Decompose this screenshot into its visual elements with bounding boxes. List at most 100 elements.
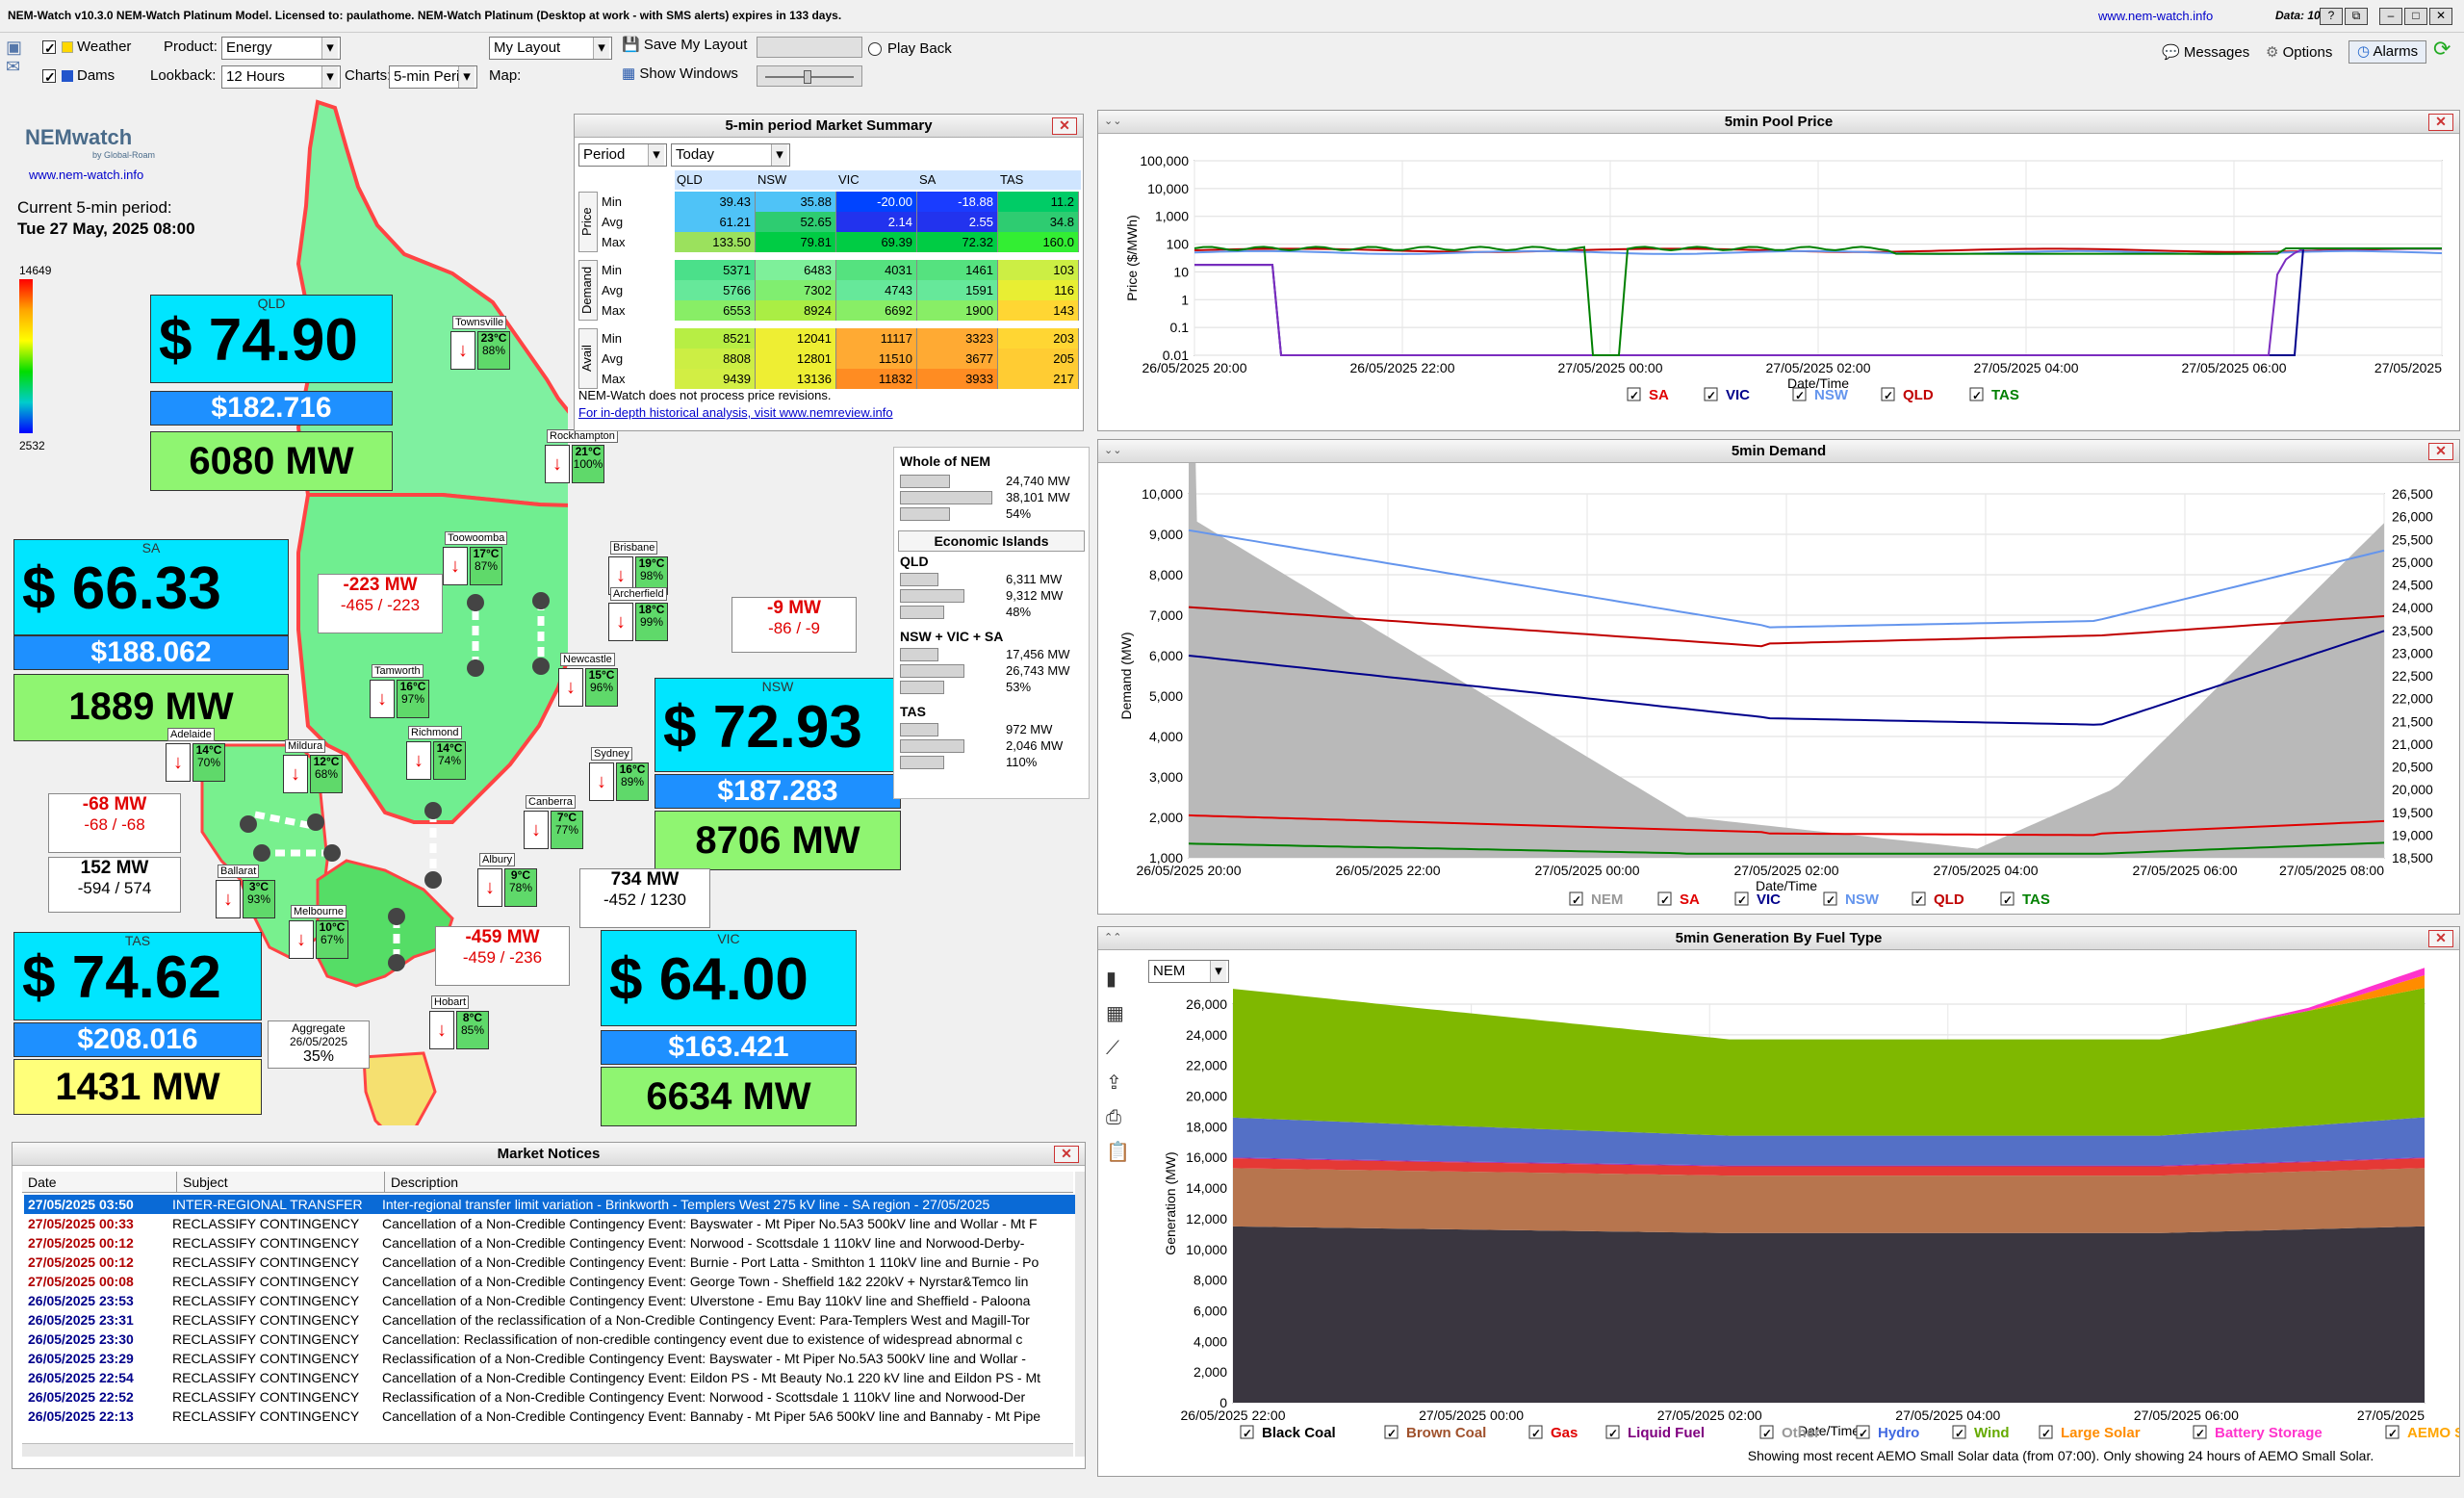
save-layout-button[interactable]: 💾 Save My Layout bbox=[622, 35, 747, 56]
notice-date: 27/05/2025 00:33 bbox=[28, 1216, 134, 1231]
weather-reading[interactable]: 3°C 93% bbox=[243, 880, 275, 918]
weather-reading[interactable]: 15°C 96% bbox=[585, 668, 618, 707]
notice-subject: RECLASSIFY CONTINGENCY bbox=[172, 1312, 360, 1328]
summary-range-select[interactable]: Today bbox=[671, 143, 790, 167]
weather-reading[interactable]: 17°C 87% bbox=[470, 547, 502, 585]
dams-toggle[interactable]: Dams bbox=[42, 65, 115, 88]
x-tick-label: 27/05/2025 08:00 bbox=[2279, 863, 2384, 878]
map-site-link[interactable]: www.nem-watch.info bbox=[29, 168, 143, 182]
weather-reading[interactable]: 9°C 78% bbox=[504, 868, 537, 907]
close-icon[interactable]: ✕ bbox=[2428, 443, 2453, 460]
weather-reading[interactable]: 14°C 74% bbox=[433, 741, 466, 780]
weather-reading[interactable]: 16°C 89% bbox=[616, 762, 649, 801]
wind-arrow-icon: ↓ bbox=[545, 445, 570, 483]
weather-reading[interactable]: 7°C 77% bbox=[551, 811, 583, 849]
flow-vic-nsw[interactable]: 734 MW -452 / 1230 bbox=[579, 868, 710, 928]
notice-description: Cancellation of a Non-Credible Contingen… bbox=[382, 1293, 1031, 1308]
notice-row[interactable]: 26/05/2025 22:52 RECLASSIFY CONTINGENCY Re… bbox=[24, 1387, 1083, 1407]
refresh-icon[interactable]: ⟳ bbox=[2433, 39, 2451, 60]
lookback-label: Lookback: bbox=[150, 67, 217, 84]
notice-row[interactable]: 27/05/2025 00:12 RECLASSIFY CONTINGENCY Ca… bbox=[24, 1253, 1083, 1272]
weather-reading[interactable]: 16°C 97% bbox=[397, 680, 429, 718]
summary-cell: 205 bbox=[998, 349, 1079, 369]
weather-reading[interactable]: 18°C 99% bbox=[635, 603, 668, 641]
close-icon[interactable]: ✕ bbox=[2429, 8, 2452, 25]
options-button[interactable]: ⚙ Options bbox=[2266, 42, 2332, 64]
restore-icon[interactable]: ⧉ bbox=[2345, 8, 2368, 25]
summary-col-header[interactable]: VIC bbox=[838, 172, 860, 187]
notices-hscrollbar[interactable] bbox=[22, 1443, 1073, 1457]
notice-row[interactable]: 27/05/2025 03:50 INTER-REGIONAL TRANSFER I… bbox=[24, 1195, 1083, 1214]
notice-row[interactable]: 26/05/2025 22:13 RECLASSIFY CONTINGENCY Ca… bbox=[24, 1407, 1083, 1426]
flow-qni[interactable]: -223 MW -465 / -223 bbox=[318, 574, 443, 633]
close-icon[interactable]: ✕ bbox=[2428, 114, 2453, 131]
x-tick-label: 27/05/2025 02:00 bbox=[1734, 863, 1839, 878]
col-subject[interactable]: Subject bbox=[176, 1172, 228, 1193]
website-link[interactable]: www.nem-watch.info bbox=[2098, 9, 2213, 23]
flow-basslink[interactable]: -459 MW -459 / -236 bbox=[435, 926, 570, 986]
sa-price-box[interactable]: SA $ 66.33 bbox=[13, 539, 289, 635]
help-icon[interactable]: ? bbox=[2320, 8, 2343, 25]
notice-row[interactable]: 26/05/2025 23:29 RECLASSIFY CONTINGENCY Re… bbox=[24, 1349, 1083, 1368]
nsw-price-box[interactable]: NSW $ 72.93 bbox=[654, 678, 901, 772]
weather-reading[interactable]: 12°C 68% bbox=[310, 755, 343, 793]
summary-col-header[interactable]: QLD bbox=[677, 172, 703, 187]
collapse-icon[interactable]: ⌄⌄ bbox=[1104, 115, 1121, 127]
notice-row[interactable]: 26/05/2025 23:31 RECLASSIFY CONTINGENCY Ca… bbox=[24, 1310, 1083, 1330]
weather-reading[interactable]: 10°C 67% bbox=[316, 920, 348, 959]
notices-scrollbar[interactable] bbox=[1075, 1172, 1085, 1457]
notice-row[interactable]: 27/05/2025 00:12 RECLASSIFY CONTINGENCY Ca… bbox=[24, 1233, 1083, 1253]
summary-period-select[interactable]: Period bbox=[578, 143, 667, 167]
summary-cell: 3933 bbox=[917, 369, 998, 389]
weather-reading[interactable]: 14°C 70% bbox=[192, 743, 225, 782]
charts-select[interactable]: 5-min Perio bbox=[389, 65, 477, 89]
close-icon[interactable]: ✕ bbox=[2428, 930, 2453, 947]
notice-date: 26/05/2025 23:31 bbox=[28, 1312, 134, 1328]
gear-icon: ⚙ bbox=[2266, 44, 2279, 61]
layout-select[interactable]: My Layout bbox=[489, 37, 612, 60]
flow-terranora[interactable]: -9 MW -86 / -9 bbox=[732, 597, 857, 653]
show-windows-button[interactable]: ▦ Show Windows bbox=[622, 64, 738, 85]
col-date[interactable]: Date bbox=[28, 1172, 57, 1193]
notice-row[interactable]: 26/05/2025 23:30 RECLASSIFY CONTINGENCY Ca… bbox=[24, 1330, 1083, 1349]
qld-price-box[interactable]: QLD $ 74.90 bbox=[150, 295, 393, 383]
notice-row[interactable]: 27/05/2025 00:08 RECLASSIFY CONTINGENCY Ca… bbox=[24, 1272, 1083, 1291]
wind-arrow-icon: ↓ bbox=[289, 920, 314, 959]
flow-murraylink[interactable]: 152 MW -594 / 574 bbox=[48, 857, 181, 913]
mail-icon[interactable]: ✉ bbox=[6, 56, 20, 77]
collapse-icon[interactable]: ⌃⌃ bbox=[1104, 931, 1121, 943]
weather-reading[interactable]: 23°C 88% bbox=[477, 331, 510, 370]
notice-row[interactable]: 27/05/2025 00:33 RECLASSIFY CONTINGENCY Ca… bbox=[24, 1214, 1083, 1233]
monitor-icon[interactable]: ▣ bbox=[6, 37, 22, 58]
playback-controls[interactable] bbox=[757, 37, 862, 58]
vic-price-box[interactable]: VIC $ 64.00 bbox=[601, 930, 857, 1026]
close-icon[interactable]: ✕ bbox=[1052, 117, 1077, 135]
weather-toggle[interactable]: Weather bbox=[42, 37, 131, 59]
summary-col-header[interactable]: NSW bbox=[757, 172, 786, 187]
weather-reading[interactable]: 8°C 85% bbox=[456, 1011, 489, 1049]
lookback-select[interactable]: 12 Hours bbox=[221, 65, 341, 89]
play-back-radio[interactable]: Play Back bbox=[868, 39, 952, 60]
minimize-icon[interactable]: – bbox=[2379, 8, 2402, 25]
y-tick-label: 10,000 bbox=[1142, 486, 1183, 502]
tas-price-box[interactable]: TAS $ 74.62 bbox=[13, 932, 262, 1020]
notice-row[interactable]: 26/05/2025 22:54 RECLASSIFY CONTINGENCY Ca… bbox=[24, 1368, 1083, 1387]
legend-label: NSW bbox=[1814, 387, 1849, 403]
collapse-icon[interactable]: ⌄⌄ bbox=[1104, 444, 1121, 456]
alarms-button[interactable]: ◷ Alarms bbox=[2348, 40, 2427, 64]
messages-button[interactable]: 💬 Messages bbox=[2162, 42, 2249, 64]
close-icon[interactable]: ✕ bbox=[1054, 1146, 1079, 1163]
legend-label: Black Coal bbox=[1262, 1425, 1336, 1441]
summary-col-header[interactable]: TAS bbox=[1000, 172, 1023, 187]
pool-price-chart: 100,00010,0001,0001001010.10.0126/05/202… bbox=[1124, 153, 2443, 403]
maximize-icon[interactable]: □ bbox=[2404, 8, 2427, 25]
wind-arrow-icon: ↓ bbox=[558, 668, 583, 707]
nemreview-link[interactable]: For in-depth historical analysis, visit … bbox=[578, 405, 893, 420]
notice-row[interactable]: 26/05/2025 23:53 RECLASSIFY CONTINGENCY Ca… bbox=[24, 1291, 1083, 1310]
flow-heywood[interactable]: -68 MW -68 / -68 bbox=[48, 793, 181, 853]
product-select[interactable]: Energy bbox=[221, 37, 341, 60]
weather-reading[interactable]: 21°C 100% bbox=[572, 445, 604, 483]
playback-slider[interactable] bbox=[757, 65, 862, 87]
col-description[interactable]: Description bbox=[384, 1172, 458, 1193]
summary-col-header[interactable]: SA bbox=[919, 172, 936, 187]
